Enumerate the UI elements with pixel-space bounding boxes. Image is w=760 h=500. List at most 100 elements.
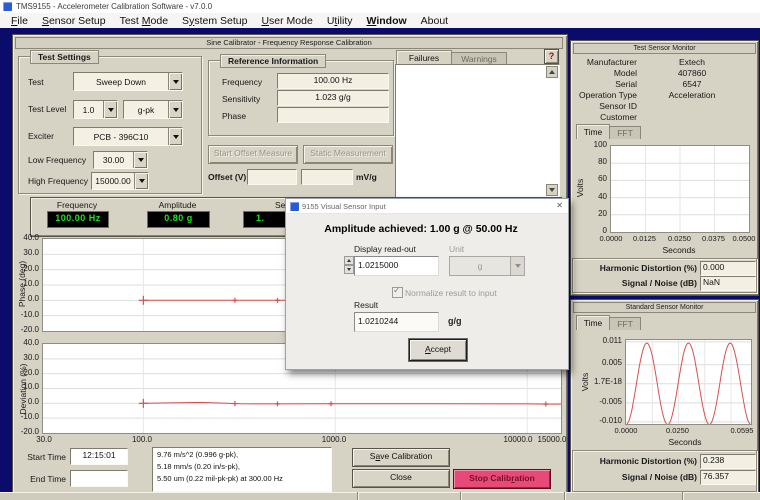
manufacturer-value: Extech [679, 57, 705, 67]
test-type-select[interactable]: Sweep Down [73, 72, 183, 91]
normalize-checkbox[interactable]: ✓ [392, 285, 403, 298]
harmonic-distortion-value: 0.238 [700, 454, 756, 469]
menu-bar: File Sensor Setup Test Mode System Setup… [0, 13, 760, 28]
static-measurement-button[interactable]: Static Measurement [303, 145, 393, 164]
freq-xtick: 1000.0 [321, 435, 347, 444]
high-frequency-select[interactable]: 15000.00 [91, 172, 149, 190]
menu-about[interactable]: About [414, 15, 455, 27]
phase-ytick: 40.0 [23, 233, 39, 242]
deviation-ytick: 10.0 [23, 382, 39, 391]
menu-utility[interactable]: Utility [320, 15, 360, 27]
exciter-select[interactable]: PCB - 396C10 [73, 127, 183, 146]
chevron-down-icon [134, 173, 148, 189]
standard-sensor-monitor-title: Standard Sensor Monitor [573, 302, 756, 313]
chevron-down-icon [168, 73, 182, 90]
deviation-ytick: 30.0 [23, 353, 39, 362]
normalize-label: Normalize result to input [405, 288, 497, 298]
customer-label: Customer [600, 112, 637, 122]
spin-down-icon[interactable] [344, 265, 354, 274]
sm-xtick: 0.0595 [730, 426, 754, 435]
unit-select[interactable]: g [449, 256, 525, 276]
test-level-unit-select[interactable]: g-pk [123, 100, 183, 119]
dialog-icon [290, 202, 299, 211]
dialog-titlebar[interactable]: 9155 Visual Sensor Input ✕ [286, 199, 568, 214]
test-sensor-monitor-title: Test Sensor Monitor [573, 43, 756, 54]
close-icon[interactable]: ✕ [556, 201, 563, 210]
test-monitor-tab-time[interactable]: Time [576, 124, 610, 139]
menu-window[interactable]: Window [360, 15, 414, 27]
phase-ytick: 30.0 [23, 248, 39, 257]
operation-type-label: Operation Type [579, 90, 637, 100]
freq-xtick: 30.0 [36, 435, 52, 444]
help-button[interactable]: ? [544, 49, 559, 64]
tm-ytick: 40 [598, 192, 607, 201]
sensor-id-label: Sensor ID [599, 101, 637, 111]
window-titlebar: TMS9155 - Accelerometer Calibration Soft… [0, 0, 760, 14]
offset-input[interactable] [247, 169, 297, 185]
calibrator-window-title: Sine Calibrator - Frequency Response Cal… [15, 37, 563, 49]
test-label: Test [28, 77, 44, 87]
deviation-ytick: 20.0 [23, 368, 39, 377]
standard-monitor-plot [625, 339, 752, 425]
tm-xtick: 0.0125 [633, 234, 656, 243]
menu-test-mode[interactable]: Test Mode [113, 15, 175, 27]
result-unit-label: g/g [448, 316, 462, 326]
model-value: 407860 [677, 68, 707, 78]
chevron-down-icon [103, 101, 117, 118]
dialog-heading: Amplitude achieved: 1.00 g @ 50.00 Hz [324, 223, 518, 235]
standard-monitor-tab-fft[interactable]: FFT [609, 317, 641, 330]
save-calibration-button[interactable]: Save Calibration [352, 448, 450, 467]
test-monitor-plot [610, 145, 750, 233]
deviation-ytick: 0.0 [27, 397, 39, 406]
reference-frequency-label: Frequency [222, 77, 263, 87]
accept-button[interactable]: Accept [409, 339, 467, 361]
reference-sensitivity-label: Sensitivity [222, 94, 261, 104]
harmonic-distortion-value: 0.000 [700, 261, 756, 276]
phase-ytick: 20.0 [23, 264, 39, 273]
exciter-label: Exciter [28, 131, 54, 141]
scroll-down-icon[interactable] [546, 184, 558, 196]
low-frequency-select[interactable]: 30.00 [93, 151, 148, 169]
phase-ytick: -20.0 [20, 325, 39, 334]
chevron-down-icon [510, 257, 524, 275]
info-line: 5.18 mm/s (0.20 in/s-pk), [157, 462, 240, 471]
phase-ytick: 0.0 [27, 294, 39, 303]
menu-file[interactable]: File [4, 15, 35, 27]
sm-ytick: -0.010 [599, 416, 622, 425]
standard-monitor-tab-time[interactable]: Time [576, 315, 610, 330]
test-monitor-tab-fft[interactable]: FFT [609, 126, 641, 139]
divider [682, 492, 683, 500]
tm-xtick: 0.0250 [668, 234, 691, 243]
offset-sensitivity-input[interactable] [301, 169, 353, 185]
readout-input[interactable]: 1.0215000 [354, 256, 439, 276]
phase-ytick: -10.0 [20, 310, 39, 319]
stop-calibration-button[interactable]: Stop Calibration [453, 469, 551, 489]
reference-phase-value [277, 107, 389, 123]
info-line: 5.50 um (0.22 mil-pk-pk) at 300.00 Hz [157, 474, 283, 483]
result-value: 1.0210244 [354, 312, 439, 332]
manufacturer-label: Manufacturer [586, 57, 637, 67]
sm-ytick: 0.005 [601, 358, 622, 367]
signal-noise-value: 76.357 [700, 470, 756, 485]
menu-system-setup[interactable]: System Setup [175, 15, 254, 27]
reference-phase-label: Phase [222, 111, 247, 121]
serial-label: Serial [615, 79, 637, 89]
sm-ytick: 0.011 [602, 336, 622, 345]
start-offset-measure-button[interactable]: Start Offset Measure [208, 145, 298, 164]
close-button[interactable]: Close [352, 469, 450, 488]
dialog-title: 9155 Visual Sensor Input [302, 202, 386, 211]
readout-stepper[interactable] [344, 256, 354, 274]
test-level-select[interactable]: 1.0 [73, 100, 118, 119]
app-window: TMS9155 - Accelerometer Calibration Soft… [0, 0, 760, 500]
spin-up-icon[interactable] [344, 256, 354, 265]
menu-sensor-setup[interactable]: Sensor Setup [35, 15, 113, 27]
scroll-up-icon[interactable] [546, 66, 558, 78]
menu-user-mode[interactable]: User Mode [254, 15, 319, 27]
end-time-value [70, 470, 128, 487]
check-icon: ✓ [393, 285, 401, 295]
divider [460, 492, 461, 500]
display-readout-label: Display read-out [354, 244, 416, 254]
high-frequency-label: High Frequency [28, 176, 89, 186]
failures-listbox[interactable] [395, 64, 560, 198]
reference-sensitivity-value: 1.023 g/g [277, 90, 389, 106]
